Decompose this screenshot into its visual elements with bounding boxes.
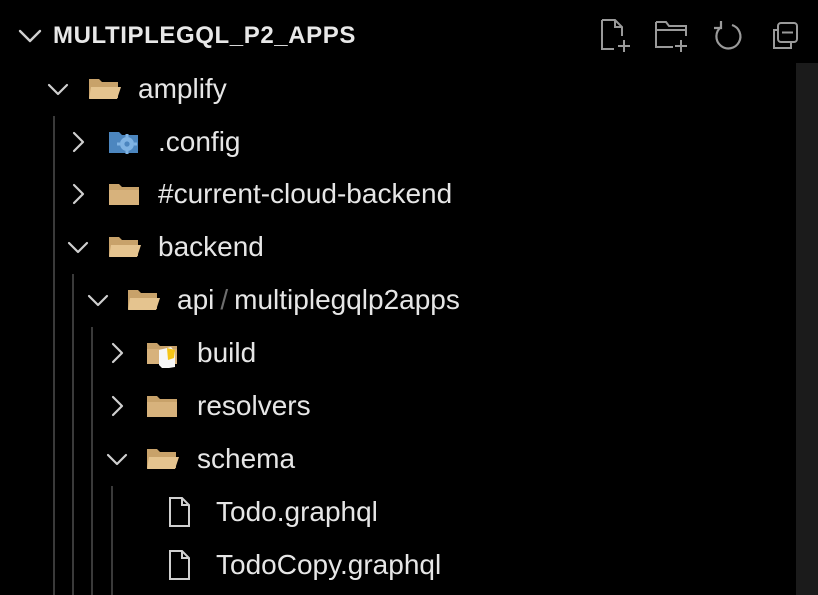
refresh-icon xyxy=(714,21,742,50)
folder-icon xyxy=(147,396,177,417)
new-folder-icon xyxy=(655,21,687,52)
chevron-right-icon xyxy=(111,395,124,417)
api-name-label: multiplegqlp2apps xyxy=(234,284,460,315)
chevron-down-icon xyxy=(47,83,69,96)
chevron-down-icon xyxy=(106,453,128,466)
chevron-right-icon xyxy=(111,342,124,364)
tree-item-schema[interactable]: schema xyxy=(0,434,796,484)
tree-item-label: schema xyxy=(197,443,296,474)
tree-item-api[interactable]: api / multiplegqlp2apps xyxy=(0,275,796,325)
explorer-title: MULTIPLEGQL_P2_APPS xyxy=(53,22,357,49)
refresh-button[interactable] xyxy=(708,16,748,56)
file-icon xyxy=(169,550,190,580)
folder-open-icon xyxy=(109,237,141,257)
tree-item-backend[interactable]: backend xyxy=(0,222,796,272)
folder-icon xyxy=(109,184,139,205)
folder-open-icon xyxy=(147,449,179,469)
chevron-down-icon xyxy=(67,241,89,254)
chevron-down-icon[interactable] xyxy=(17,26,43,46)
new-file-button[interactable] xyxy=(596,16,636,56)
tree-item-label: resolvers xyxy=(197,390,311,421)
path-separator: / xyxy=(220,284,229,315)
tree-item-resolvers[interactable]: resolvers xyxy=(0,381,796,431)
tree-item-todo-graphql[interactable]: Todo.graphql xyxy=(0,487,796,537)
chevron-right-icon xyxy=(72,131,85,153)
tree-item-label: build xyxy=(197,337,257,368)
tree-item-label: amplify xyxy=(138,73,227,104)
tree-item-build[interactable]: build xyxy=(0,328,796,378)
new-file-icon xyxy=(601,19,630,52)
tree-item-todocopy-graphql[interactable]: TodoCopy.graphql xyxy=(0,540,796,590)
api-label: api xyxy=(177,284,215,315)
folder-open-icon xyxy=(128,290,160,310)
tree-item-label: Todo.graphql xyxy=(216,496,378,527)
tree-item-label: .config xyxy=(158,126,241,157)
chevron-right-icon xyxy=(72,183,85,205)
tree-item-amplify[interactable]: amplify xyxy=(0,64,796,114)
tree-item-label: api / multiplegqlp2apps xyxy=(177,284,460,316)
new-folder-button[interactable] xyxy=(652,16,692,56)
tree-item-label: #current-cloud-backend xyxy=(158,178,453,209)
collapse-all-icon xyxy=(773,22,798,49)
folder-open-icon xyxy=(89,79,121,99)
tree-item-current-cloud-backend[interactable]: #current-cloud-backend xyxy=(0,169,796,219)
scrollbar[interactable] xyxy=(796,63,818,595)
config-folder-icon xyxy=(109,132,138,154)
tree-item-config[interactable]: .config xyxy=(0,117,796,167)
file-icon xyxy=(169,497,190,527)
collapse-all-button[interactable] xyxy=(765,16,805,56)
tree-item-label: TodoCopy.graphql xyxy=(216,549,442,580)
chevron-down-icon xyxy=(87,294,109,307)
tree-item-label: backend xyxy=(158,231,264,262)
build-folder-icon xyxy=(147,343,177,368)
